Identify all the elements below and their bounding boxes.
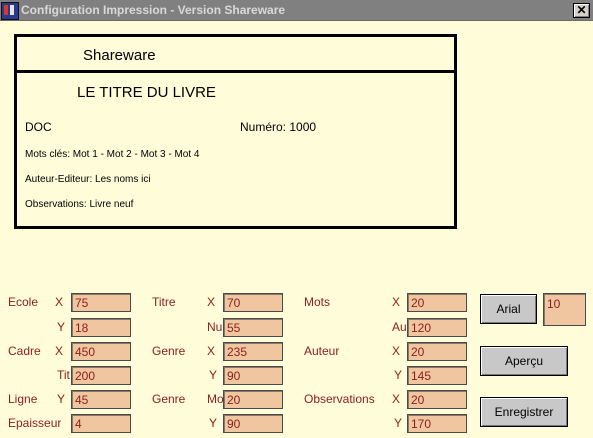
titre-x-field[interactable]: 70	[223, 293, 283, 312]
cadre-x-field[interactable]: 450	[71, 342, 131, 361]
observations-x-label: X	[392, 392, 401, 406]
mots-x-label: X	[392, 295, 401, 309]
auteur-x-field[interactable]: 20	[407, 342, 467, 361]
preview-header: Shareware	[17, 37, 454, 73]
window-title: Configuration Impression - Version Share…	[21, 3, 286, 17]
app-icon[interactable]	[1, 2, 19, 20]
preview-button[interactable]: Aperçu	[480, 346, 568, 376]
titre-nu-label: Nu	[207, 320, 223, 334]
genre2-y-label: Y	[209, 416, 218, 430]
genre-label: Genre	[152, 344, 186, 358]
cadre-label: Cadre	[8, 344, 41, 358]
titre-x-label: X	[207, 295, 216, 309]
cadre-tit-label: Tit	[57, 368, 70, 382]
mots-x-field[interactable]: 20	[407, 293, 467, 312]
ecole-x-field[interactable]: 75	[71, 293, 131, 312]
preview-numero: Numéro: 1000	[240, 120, 317, 134]
preview-doc: DOC	[25, 120, 52, 134]
genre-x-label: X	[207, 344, 216, 358]
auteur-label: Auteur	[304, 344, 340, 358]
preview-author: Auteur-Editeur: Les noms ici	[25, 174, 151, 185]
genre2-mo-label: Mo	[207, 392, 223, 406]
mots-label: Mots	[304, 295, 331, 309]
observations-y-field[interactable]: 170	[407, 414, 467, 433]
cadre-x-label: X	[55, 344, 64, 358]
titre-nu-field[interactable]: 55	[223, 318, 283, 337]
genre2-mo-field[interactable]: 20	[223, 390, 283, 409]
title-bar[interactable]: Configuration Impression - Version Share…	[0, 0, 593, 21]
auteur-x-label: X	[392, 344, 401, 358]
mots-au-label: Au	[392, 320, 407, 334]
cadre-tit-field[interactable]: 200	[71, 366, 131, 385]
ligne-label: Ligne	[8, 392, 38, 406]
observations-x-field[interactable]: 20	[407, 390, 467, 409]
genre-y-field[interactable]: 90	[223, 366, 283, 385]
genre2-y-field[interactable]: 90	[223, 414, 283, 433]
ecole-y-label: Y	[57, 320, 66, 334]
observations-y-label: Y	[394, 416, 403, 430]
preview-book-title: LE TITRE DU LIVRE	[77, 84, 216, 101]
close-button[interactable]: ✕	[573, 3, 590, 18]
preview-shareware-label: Shareware	[83, 47, 156, 64]
ecole-y-field[interactable]: 18	[71, 318, 131, 337]
mots-au-field[interactable]: 120	[407, 318, 467, 337]
epaisseur-field[interactable]: 4	[71, 414, 131, 433]
auteur-y-field[interactable]: 145	[407, 366, 467, 385]
ligne-y-label: Y	[57, 392, 66, 406]
ecole-label: Ecole	[8, 295, 39, 309]
titre-label: Titre	[152, 295, 176, 309]
genre-y-label: Y	[209, 368, 218, 382]
font-button[interactable]: Arial	[480, 294, 537, 324]
ligne-y-field[interactable]: 45	[71, 390, 131, 409]
genre2-label: Genre	[152, 392, 186, 406]
observations-label: Observations	[304, 392, 375, 406]
save-button[interactable]: Enregistrer	[480, 397, 568, 427]
genre-x-field[interactable]: 235	[223, 342, 283, 361]
ecole-x-label: X	[55, 295, 64, 309]
print-preview: Shareware LE TITRE DU LIVRE DOC Numéro: …	[14, 34, 457, 229]
font-size-field[interactable]: 10	[543, 293, 586, 326]
epaisseur-label: Epaisseur	[8, 416, 62, 430]
preview-observations: Observations: Livre neuf	[25, 199, 134, 210]
preview-keywords: Mots clés: Mot 1 - Mot 2 - Mot 3 - Mot 4	[25, 149, 200, 160]
auteur-y-label: Y	[394, 368, 403, 382]
